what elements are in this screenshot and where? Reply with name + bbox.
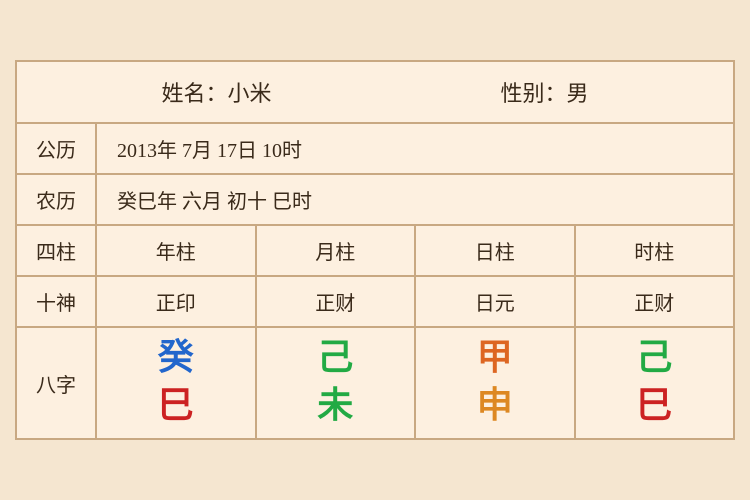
nongli-value: 癸巳年 六月 初十 巳时 <box>97 175 733 224</box>
shishen-col-2: 日元 <box>416 277 576 326</box>
shishen-col-0: 正印 <box>97 277 257 326</box>
gongli-row: 公历 2013年 7月 17日 10时 <box>17 124 733 175</box>
sizhu-col-0: 年柱 <box>97 226 257 275</box>
header-row: 姓名：小米 性别：男 <box>17 62 733 124</box>
main-container: 姓名：小米 性别：男 公历 2013年 7月 17日 10时 农历 癸巳年 六月… <box>15 60 735 440</box>
gender-label: 性别：男 <box>500 76 588 108</box>
bazi-cols: 癸 巳 己 未 甲 申 己 巳 <box>97 328 733 438</box>
sizhu-label: 四柱 <box>17 226 97 275</box>
bazi-2-top: 甲 <box>477 338 513 378</box>
shishen-col-3: 正财 <box>576 277 734 326</box>
bazi-0-top: 癸 <box>158 338 194 378</box>
sizhu-col-1: 月柱 <box>257 226 417 275</box>
bazi-3-top: 己 <box>636 338 672 378</box>
shishen-row: 十神 正印 正财 日元 正财 <box>17 277 733 328</box>
gongli-value: 2013年 7月 17日 10时 <box>97 124 733 173</box>
shishen-label: 十神 <box>17 277 97 326</box>
sizhu-col-3: 时柱 <box>576 226 734 275</box>
bazi-0-bottom: 巳 <box>158 386 194 426</box>
bazi-col-3: 己 巳 <box>576 328 734 438</box>
nongli-row: 农历 癸巳年 六月 初十 巳时 <box>17 175 733 226</box>
sizhu-col-2: 日柱 <box>416 226 576 275</box>
bazi-label: 八字 <box>17 328 97 438</box>
bazi-3-bottom: 巳 <box>636 386 672 426</box>
shishen-col-1: 正财 <box>257 277 417 326</box>
shishen-cols: 正印 正财 日元 正财 <box>97 277 733 326</box>
nongli-label: 农历 <box>17 175 97 224</box>
bazi-1-bottom: 未 <box>317 386 353 426</box>
gongli-label: 公历 <box>17 124 97 173</box>
bazi-col-2: 甲 申 <box>416 328 576 438</box>
bazi-row: 八字 癸 巳 己 未 甲 申 己 巳 <box>17 328 733 438</box>
bazi-2-bottom: 申 <box>477 386 513 426</box>
bazi-col-0: 癸 巳 <box>97 328 257 438</box>
sizhu-row: 四柱 年柱 月柱 日柱 时柱 <box>17 226 733 277</box>
bazi-col-1: 己 未 <box>257 328 417 438</box>
bazi-1-top: 己 <box>317 338 353 378</box>
sizhu-cols: 年柱 月柱 日柱 时柱 <box>97 226 733 275</box>
name-label: 姓名：小米 <box>161 76 271 108</box>
